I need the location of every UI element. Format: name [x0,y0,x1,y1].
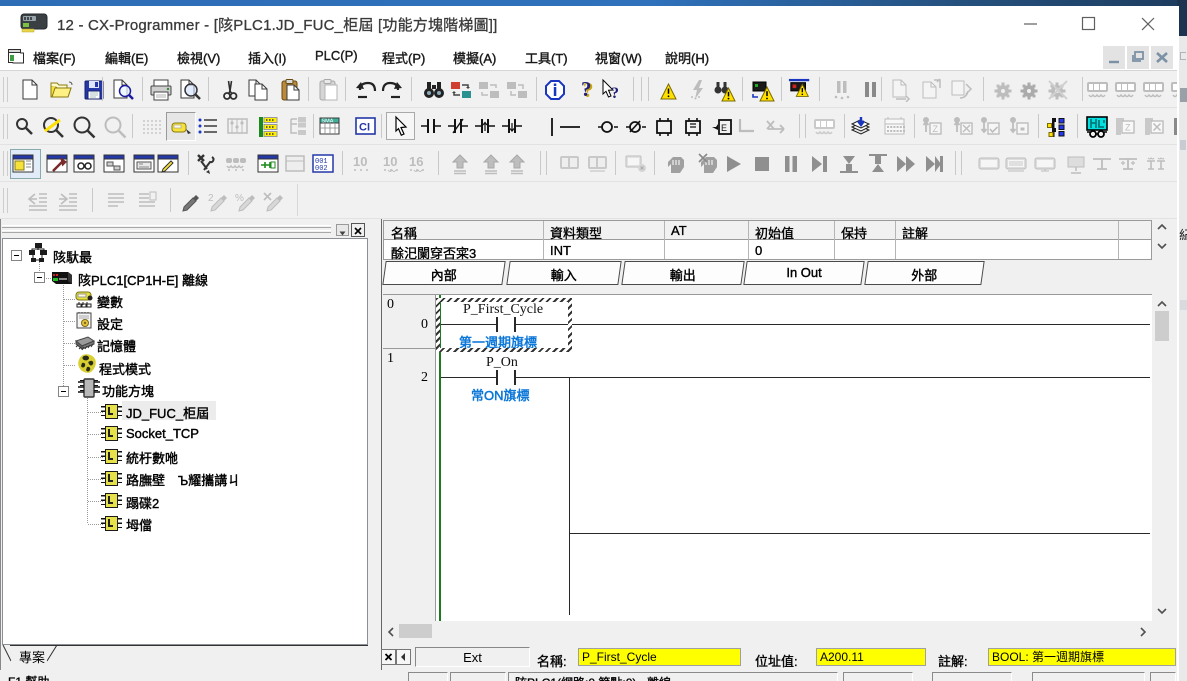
svg-text:2: 2 [208,193,214,204]
svg-text:E: E [721,123,727,133]
svg-text:10: 10 [353,154,367,169]
svg-text:CI: CI [359,122,370,134]
svg-text:%: % [235,193,244,204]
svg-text:?: ? [581,78,592,101]
svg-text:Z: Z [1125,123,1131,133]
svg-text:?: ? [611,85,619,102]
svg-text:002: 002 [315,165,328,173]
svg-text:Z: Z [933,124,939,134]
svg-text:10: 10 [383,154,397,169]
svg-text:SMA: SMA [322,119,334,125]
svg-text:16: 16 [409,154,423,169]
